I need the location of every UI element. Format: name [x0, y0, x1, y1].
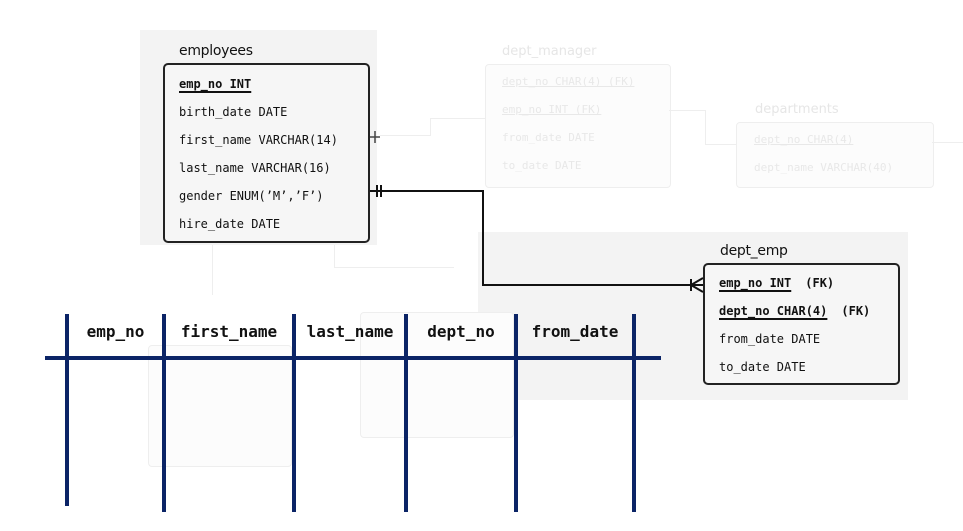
column-header-last-name: last_name	[306, 322, 394, 341]
column-header-from-date: from_date	[531, 322, 619, 341]
column-header-dept-no: dept_no	[427, 322, 495, 341]
table-column-divider	[65, 314, 69, 506]
column-header-emp-no: emp_no	[86, 322, 145, 341]
table-column-divider	[162, 314, 166, 512]
table-column-divider	[514, 314, 518, 512]
one-mark-icon	[370, 131, 380, 143]
column-header-first-name: first_name	[180, 322, 278, 341]
relationship-connectors	[370, 131, 704, 293]
table-column-divider	[632, 314, 636, 512]
employees-dept-emp-relationship-line	[370, 190, 703, 286]
table-header-rule	[45, 356, 661, 360]
table-column-divider	[404, 314, 408, 512]
table-column-divider	[292, 314, 296, 512]
